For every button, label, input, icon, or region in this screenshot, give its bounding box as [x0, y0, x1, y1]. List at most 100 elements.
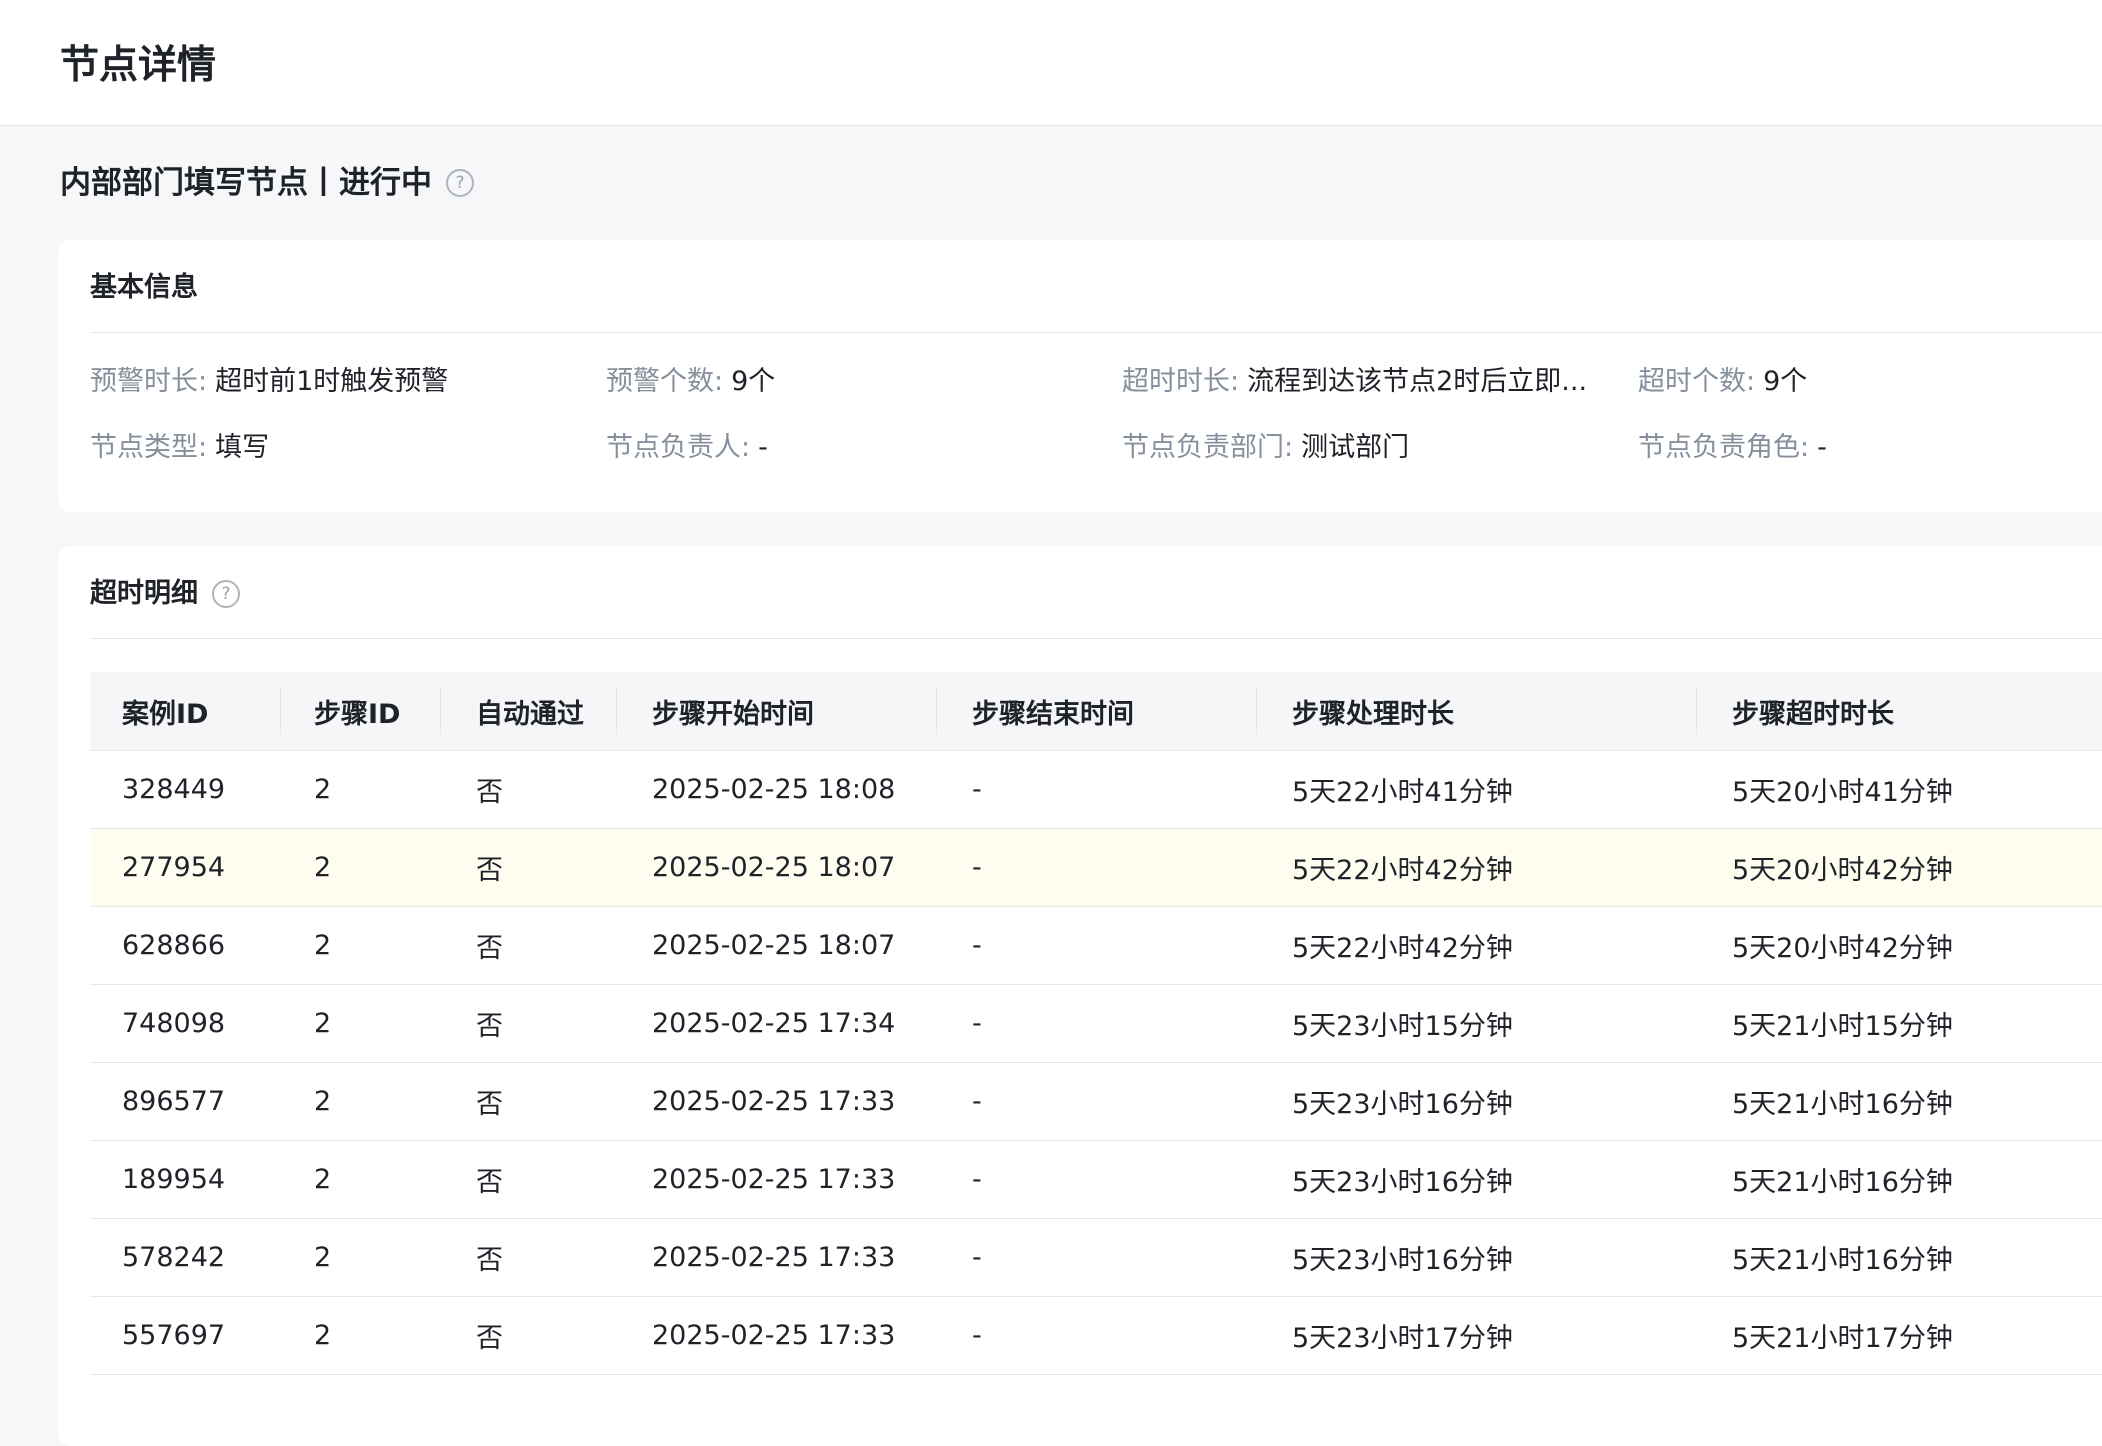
- cell-case-id: 277954: [122, 852, 226, 883]
- info-item-timeout-count: 超时个数: 9个: [1638, 364, 1807, 400]
- cell-step-start-time: 2025-02-25 17:33: [652, 1164, 896, 1195]
- cell-step-id: 2: [314, 1086, 332, 1117]
- page-title: 节点详情: [60, 43, 217, 88]
- basic-info-title: 基本信息: [90, 272, 198, 303]
- cell-step-processing-duration: 5天23小时16分钟: [1292, 1167, 1513, 1198]
- basic-info-card: 基本信息 预警时长: 超时前1时触发预警 预警个数: 9个 超时时长: 流程到达该节点…: [58, 240, 2102, 512]
- column-separator[interactable]: [616, 688, 617, 734]
- cell-auto-pass: 否: [476, 1167, 503, 1198]
- info-value: 超时前1时触发预警: [215, 366, 449, 397]
- cell-case-id: 628866: [122, 930, 226, 961]
- info-label: 预警时长:: [90, 366, 208, 397]
- info-value: 填写: [215, 432, 270, 463]
- divider: [90, 332, 2102, 333]
- column-separator[interactable]: [936, 688, 937, 734]
- cell-step-timeout-duration: 5天21小时16分钟: [1732, 1089, 1953, 1120]
- column-header-case-id[interactable]: 案例ID: [122, 672, 208, 750]
- cell-step-id: 2: [314, 1242, 332, 1273]
- info-item-timeout-duration: 超时时长: 流程到达该节点2时后立即...: [1122, 364, 1587, 400]
- table-row[interactable]: 189954 2 否 2025-02-25 17:33 - 5天23小时16分钟 5天21小…: [90, 1141, 2102, 1219]
- table-row[interactable]: 328449 2 否 2025-02-25 18:08 - 5天22小时41分钟 5天20小…: [90, 751, 2102, 829]
- info-item-node-department: 节点负责部门: 测试部门: [1122, 430, 1409, 466]
- info-value: -: [1817, 432, 1827, 463]
- cell-step-end-time: -: [972, 1086, 982, 1117]
- cell-auto-pass: 否: [476, 1245, 503, 1276]
- column-header-auto-pass[interactable]: 自动通过: [476, 672, 584, 750]
- column-separator[interactable]: [280, 688, 281, 734]
- info-label: 预警个数:: [606, 366, 724, 397]
- info-value: 流程到达该节点2时后立即...: [1247, 366, 1588, 397]
- question-circle-icon[interactable]: ?: [446, 169, 474, 197]
- info-label: 节点类型:: [90, 432, 208, 463]
- info-item-node-owner: 节点负责人: -: [606, 430, 768, 466]
- cell-step-end-time: -: [972, 1242, 982, 1273]
- info-label: 超时个数:: [1638, 366, 1756, 397]
- cell-case-id: 748098: [122, 1008, 226, 1039]
- cell-step-end-time: -: [972, 930, 982, 961]
- column-header-step-id[interactable]: 步骤ID: [314, 672, 400, 750]
- column-header-step-start-time[interactable]: 步骤开始时间: [652, 672, 814, 750]
- cell-step-id: 2: [314, 930, 332, 961]
- info-item-warning-count: 预警个数: 9个: [606, 364, 775, 400]
- column-separator[interactable]: [1696, 688, 1697, 734]
- table-row[interactable]: 277954 2 否 2025-02-25 18:07 - 5天22小时42分钟 5天20小…: [90, 829, 2102, 907]
- column-header-step-end-time[interactable]: 步骤结束时间: [972, 672, 1134, 750]
- cell-step-timeout-duration: 5天21小时16分钟: [1732, 1167, 1953, 1198]
- cell-step-id: 2: [314, 774, 332, 805]
- cell-auto-pass: 否: [476, 855, 503, 886]
- table-header: 案例ID 步骤ID 自动通过 步骤开始时间 步骤结束时间 步骤处理时长 步骤超时…: [90, 672, 2102, 751]
- cell-step-id: 2: [314, 1320, 332, 1351]
- cell-step-end-time: -: [972, 774, 982, 805]
- column-header-step-processing-duration[interactable]: 步骤处理时长: [1292, 672, 1454, 750]
- table-row[interactable]: 748098 2 否 2025-02-25 17:34 - 5天23小时15分钟 5天21小…: [90, 985, 2102, 1063]
- cell-step-timeout-duration: 5天21小时16分钟: [1732, 1245, 1953, 1276]
- cell-step-processing-duration: 5天23小时16分钟: [1292, 1245, 1513, 1276]
- table-body: 328449 2 否 2025-02-25 18:08 - 5天22小时41分钟 5天20小…: [90, 751, 2102, 1375]
- cell-step-timeout-duration: 5天20小时42分钟: [1732, 933, 1953, 964]
- cell-step-end-time: -: [972, 1320, 982, 1351]
- cell-step-end-time: -: [972, 1008, 982, 1039]
- question-circle-icon[interactable]: ?: [212, 580, 240, 608]
- cell-step-id: 2: [314, 1164, 332, 1195]
- cell-step-id: 2: [314, 1008, 332, 1039]
- cell-auto-pass: 否: [476, 1323, 503, 1354]
- info-label: 超时时长:: [1122, 366, 1240, 397]
- cell-step-processing-duration: 5天23小时17分钟: [1292, 1323, 1513, 1354]
- table-row[interactable]: 896577 2 否 2025-02-25 17:33 - 5天23小时16分钟 5天21小…: [90, 1063, 2102, 1141]
- cell-step-start-time: 2025-02-25 17:34: [652, 1008, 896, 1039]
- page-header: 节点详情: [0, 0, 2102, 126]
- cell-case-id: 896577: [122, 1086, 226, 1117]
- timeout-detail-title: 超时明细 ?: [90, 576, 240, 612]
- info-value: 9个: [731, 366, 776, 397]
- cell-step-processing-duration: 5天23小时16分钟: [1292, 1089, 1513, 1120]
- cell-step-start-time: 2025-02-25 18:07: [652, 930, 896, 961]
- timeout-detail-card: 超时明细 ? 案例ID 步骤ID 自动通过 步骤开始时间 步骤结束时间 步骤处理…: [58, 546, 2102, 1446]
- cell-auto-pass: 否: [476, 777, 503, 808]
- info-label: 节点负责角色:: [1638, 432, 1810, 463]
- cell-step-processing-duration: 5天23小时15分钟: [1292, 1011, 1513, 1042]
- info-value: 9个: [1763, 366, 1808, 397]
- cell-step-processing-duration: 5天22小时42分钟: [1292, 933, 1513, 964]
- cell-auto-pass: 否: [476, 1089, 503, 1120]
- cell-step-start-time: 2025-02-25 17:33: [652, 1086, 896, 1117]
- info-label: 节点负责部门:: [1122, 432, 1294, 463]
- node-title-text: 内部部门填写节点丨进行中: [60, 165, 432, 201]
- column-header-step-timeout-duration[interactable]: 步骤超时时长: [1732, 672, 1894, 750]
- column-separator[interactable]: [1256, 688, 1257, 734]
- table-row[interactable]: 578242 2 否 2025-02-25 17:33 - 5天23小时16分钟 5天21小…: [90, 1219, 2102, 1297]
- table-row[interactable]: 557697 2 否 2025-02-25 17:33 - 5天23小时17分钟 5天21小…: [90, 1297, 2102, 1375]
- cell-step-timeout-duration: 5天21小时17分钟: [1732, 1323, 1953, 1354]
- timeout-detail-title-text: 超时明细: [90, 578, 198, 609]
- column-separator[interactable]: [440, 688, 441, 734]
- cell-step-start-time: 2025-02-25 17:33: [652, 1242, 896, 1273]
- divider: [90, 638, 2102, 639]
- info-label: 节点负责人:: [606, 432, 751, 463]
- cell-step-timeout-duration: 5天20小时42分钟: [1732, 855, 1953, 886]
- cell-step-start-time: 2025-02-25 17:33: [652, 1320, 896, 1351]
- cell-case-id: 189954: [122, 1164, 226, 1195]
- info-item-warning-duration: 预警时长: 超时前1时触发预警: [90, 364, 448, 400]
- cell-step-timeout-duration: 5天20小时41分钟: [1732, 777, 1953, 808]
- cell-step-end-time: -: [972, 852, 982, 883]
- info-item-node-type: 节点类型: 填写: [90, 430, 269, 466]
- table-row[interactable]: 628866 2 否 2025-02-25 18:07 - 5天22小时42分钟 5天20小…: [90, 907, 2102, 985]
